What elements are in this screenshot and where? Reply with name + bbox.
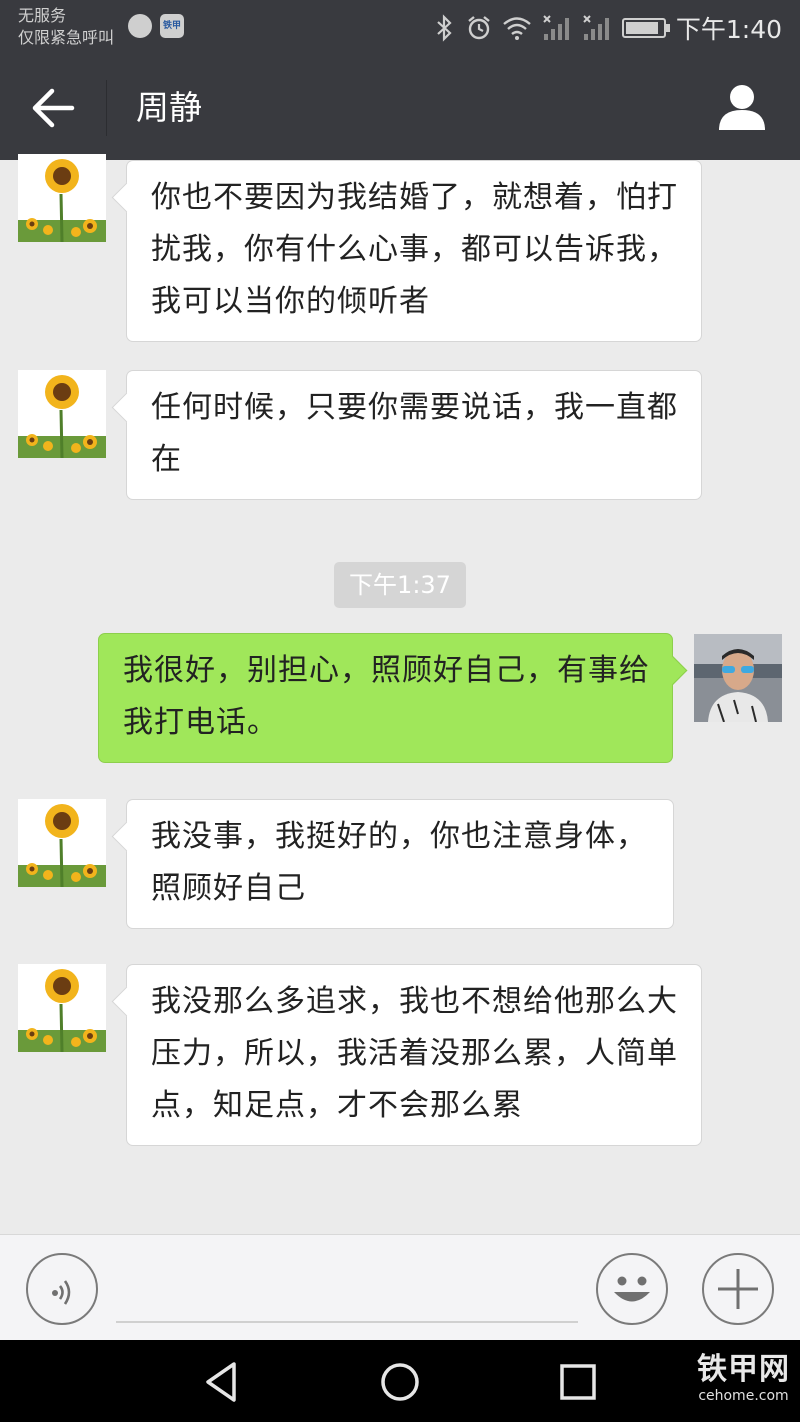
back-arrow-icon [32,88,75,128]
contact-avatar[interactable] [18,154,106,242]
message-text: 我没那么多追求，我也不想给他那么大压力，所以，我活着没那么累，人简单点，知足点，… [151,984,678,1123]
message-bubble-received[interactable]: 你也不要因为我结婚了，就想着，怕打扰我，你有什么心事，都可以告诉我，我可以当你的… [126,160,702,342]
contact-avatar[interactable] [18,799,106,887]
message-bubble-received[interactable]: 任何时候，只要你需要说话，我一直都在 [126,370,702,500]
voice-icon [52,1280,71,1305]
message-bubble-sent[interactable]: 我很好，别担心，照顾好自己，有事给我打电话。 [98,633,673,763]
nav-back-icon [206,1362,236,1402]
voice-input-button[interactable] [26,1253,98,1325]
header-divider [106,80,107,136]
plus-icon [718,1269,758,1309]
tiejia-app-icon: 铁甲 [160,14,184,38]
sunflower-avatar-image [18,154,106,242]
bluetooth-icon [437,14,452,42]
user-photo-avatar-image [694,634,782,722]
message-text: 我没事，我挺好的，你也注意身体，照顾好自己 [151,819,647,906]
contact-avatar[interactable] [18,964,106,1052]
watermark-title: 铁甲网 [697,1352,790,1387]
nav-home-icon [381,1363,419,1401]
sunflower-avatar-image [18,799,106,887]
carrier-line-1: 无服务 [18,6,67,25]
alarm-icon [468,16,490,40]
more-options-button[interactable] [702,1253,774,1325]
message-text: 我很好，别担心，照顾好自己，有事给我打电话。 [123,653,650,740]
watermark: 铁甲网 cehome.com [697,1352,790,1404]
watermark-subtitle: cehome.com [698,1388,789,1404]
emoji-button[interactable] [596,1253,668,1325]
status-bar: 无服务 仅限紧急呼叫 铁甲 下午1:40 [0,0,800,56]
nav-back-button[interactable] [198,1358,246,1406]
carrier-line-2: 仅限紧急呼叫 [18,28,115,47]
battery-icon [621,18,670,38]
my-avatar[interactable] [694,634,782,722]
message-bubble-received[interactable]: 我没那么多追求，我也不想给他那么大压力，所以，我活着没那么累，人简单点，知足点，… [126,964,702,1146]
signal-icon-2 [583,15,609,40]
message-text: 你也不要因为我结婚了，就想着，怕打扰我，你有什么心事，都可以告诉我，我可以当你的… [151,180,678,319]
chat-info-button[interactable] [714,80,770,136]
chat-header: 周静 [0,56,800,160]
contact-avatar[interactable] [18,370,106,458]
chat-title: 周静 [136,88,202,127]
back-button[interactable] [22,78,86,138]
message-timestamp: 下午1:37 [334,562,466,608]
sunflower-avatar-image [18,964,106,1052]
message-input[interactable] [116,1257,578,1323]
nav-home-button[interactable] [376,1358,424,1406]
system-status: 下午1:40 [434,10,782,46]
profile-icon [719,85,765,130]
message-input-bar [0,1234,800,1340]
status-time: 下午1:40 [675,15,782,44]
wifi-icon [503,17,531,40]
nav-recents-button[interactable] [554,1358,602,1406]
carrier-info: 无服务 仅限紧急呼叫 [18,5,114,49]
message-bubble-received[interactable]: 我没事，我挺好的，你也注意身体，照顾好自己 [126,799,674,929]
sunflower-avatar-image [18,370,106,458]
system-nav-bar [0,1340,800,1422]
message-text: 任何时候，只要你需要说话，我一直都在 [151,390,678,477]
signal-icon [543,15,569,40]
emoji-icon [614,1276,650,1302]
nav-recents-icon [560,1364,596,1400]
app-notification-icon [128,14,152,38]
notification-icons: 铁甲 [128,14,184,38]
